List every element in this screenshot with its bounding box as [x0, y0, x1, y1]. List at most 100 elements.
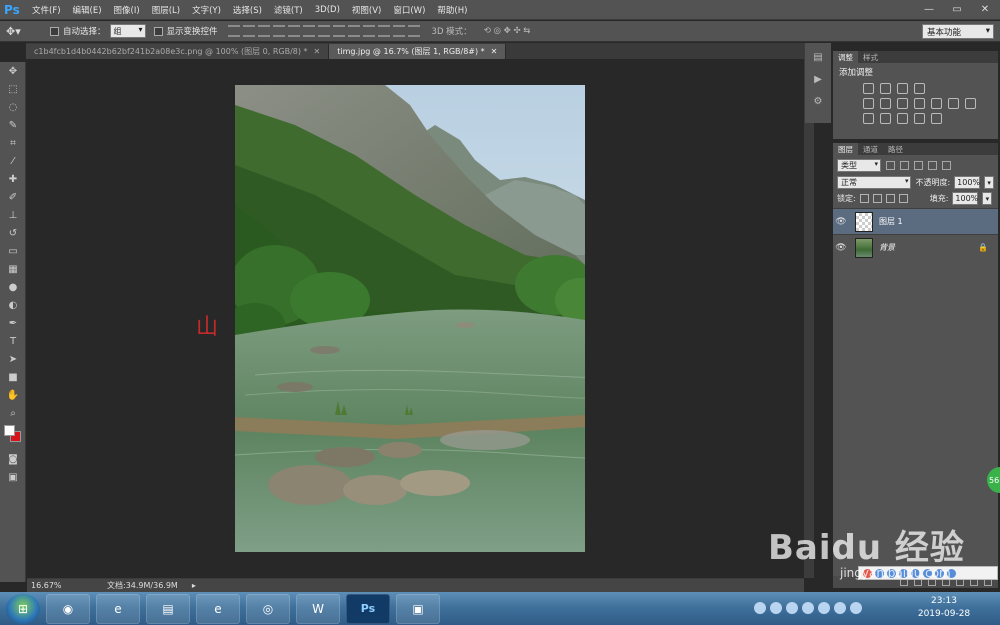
filter-shape-icon[interactable]: [928, 161, 937, 170]
ime-emoji-icon[interactable]: [899, 568, 908, 578]
invert-icon[interactable]: [863, 113, 874, 124]
ime-mode-icon[interactable]: [875, 568, 884, 578]
align-right-icon[interactable]: [302, 25, 315, 37]
curves-icon[interactable]: [897, 83, 908, 94]
channel-mixer-icon[interactable]: [948, 98, 959, 109]
selective-color-icon[interactable]: [931, 113, 942, 124]
distribute-bottom-icon[interactable]: [347, 25, 360, 37]
distribute-vcenter-icon[interactable]: [332, 25, 345, 37]
canvas-text-layer[interactable]: 山: [196, 309, 218, 341]
status-menu-arrow-icon[interactable]: ▸: [192, 581, 196, 590]
taskbar-wechat-icon[interactable]: ◎: [246, 593, 290, 624]
tab-adjustments[interactable]: 调整: [833, 51, 858, 63]
eyedropper-tool-icon[interactable]: ⁄: [0, 152, 26, 170]
black-white-icon[interactable]: [914, 98, 925, 109]
menu-edit[interactable]: 编辑(E): [67, 4, 108, 16]
type-tool-icon[interactable]: T: [0, 332, 26, 350]
brush-tool-icon[interactable]: ✐: [0, 188, 26, 206]
align-vcenter-icon[interactable]: [242, 25, 255, 37]
visibility-eye-icon[interactable]: 👁: [833, 217, 849, 227]
menu-view[interactable]: 视图(V): [346, 4, 387, 16]
lock-all-icon[interactable]: [898, 194, 908, 203]
taskbar-360-icon[interactable]: ◉: [46, 593, 90, 624]
canvas-area[interactable]: 山: [27, 59, 804, 578]
ime-tools-icon[interactable]: [947, 568, 956, 578]
taskbar-photo-viewer-icon[interactable]: ▣: [396, 593, 440, 624]
ime-keyboard-icon[interactable]: [923, 568, 932, 578]
tab-channels[interactable]: 通道: [858, 143, 883, 155]
menu-help[interactable]: 帮助(H): [431, 4, 473, 16]
tray-360-icon[interactable]: [786, 602, 798, 614]
menu-file[interactable]: 文件(F): [26, 4, 67, 16]
menu-window[interactable]: 窗口(W): [387, 4, 431, 16]
menu-type[interactable]: 文字(Y): [186, 4, 227, 16]
brightness-icon[interactable]: [863, 83, 874, 94]
document-image[interactable]: [235, 85, 585, 552]
color-lookup-icon[interactable]: [965, 98, 976, 109]
color-balance-icon[interactable]: [897, 98, 908, 109]
align-left-icon[interactable]: [272, 25, 285, 37]
shape-tool-icon[interactable]: ■: [0, 368, 26, 386]
menu-filter[interactable]: 滤镜(T): [268, 4, 309, 16]
posterize-icon[interactable]: [880, 113, 891, 124]
taskbar-360browser-icon[interactable]: e: [196, 593, 240, 624]
taskbar-clock[interactable]: 23:13 2019-09-28: [904, 595, 984, 621]
hue-saturation-icon[interactable]: [880, 98, 891, 109]
threshold-icon[interactable]: [897, 113, 908, 124]
fill-dropdown-icon[interactable]: ▾: [982, 192, 993, 205]
ime-voice-icon[interactable]: [911, 568, 920, 578]
filter-type-icon[interactable]: [914, 161, 923, 170]
fill-field[interactable]: 100%: [952, 192, 979, 205]
filter-pixel-icon[interactable]: [886, 161, 895, 170]
quick-select-tool-icon[interactable]: ✎: [0, 116, 26, 134]
menu-3d[interactable]: 3D(D): [309, 5, 346, 15]
blur-tool-icon[interactable]: ●: [0, 278, 26, 296]
document-info[interactable]: 文档:34.9M/36.9M: [107, 580, 178, 591]
opacity-field[interactable]: 100%: [954, 176, 981, 189]
path-select-tool-icon[interactable]: ➤: [0, 350, 26, 368]
distribute-top-icon[interactable]: [317, 25, 330, 37]
foreground-color-swatch[interactable]: [4, 425, 15, 436]
distribute-right-icon[interactable]: [392, 25, 405, 37]
show-transform-checkbox[interactable]: [153, 26, 163, 36]
lock-transparent-icon[interactable]: [859, 194, 869, 203]
tray-wechat-icon[interactable]: [770, 602, 782, 614]
align-hcenter-icon[interactable]: [287, 25, 300, 37]
dodge-tool-icon[interactable]: ◐: [0, 296, 26, 314]
taskbar-ie-icon[interactable]: e: [96, 593, 140, 624]
hand-tool-icon[interactable]: ✋: [0, 386, 26, 404]
taskbar-word-icon[interactable]: W: [296, 593, 340, 624]
vertical-scrollbar[interactable]: [804, 43, 814, 578]
gradient-map-icon[interactable]: [914, 113, 925, 124]
eraser-tool-icon[interactable]: ▭: [0, 242, 26, 260]
minimize-button[interactable]: —: [916, 1, 942, 17]
history-brush-tool-icon[interactable]: ↺: [0, 224, 26, 242]
workspace-dropdown[interactable]: 基本功能: [922, 24, 994, 39]
menu-select[interactable]: 选择(S): [227, 4, 268, 16]
tab-layers[interactable]: 图层: [833, 143, 858, 155]
screen-mode-icon[interactable]: ▣: [0, 468, 26, 486]
auto-align-icon[interactable]: [407, 25, 420, 37]
distribute-hcenter-icon[interactable]: [377, 25, 390, 37]
zoom-tool-icon[interactable]: ⌕: [0, 404, 26, 422]
lock-position-icon[interactable]: [885, 194, 895, 203]
close-button[interactable]: ✕: [972, 1, 998, 17]
layer-name[interactable]: 背景: [879, 242, 895, 253]
taskbar-photoshop-icon[interactable]: Ps: [346, 593, 390, 624]
maximize-button[interactable]: ▭: [944, 1, 970, 17]
tab-document-1[interactable]: c1b4fcb1d4b0442b62bf241b2a08e3c.png @ 10…: [26, 44, 330, 59]
layer-name[interactable]: 图层 1: [879, 216, 903, 227]
layer-row[interactable]: 👁 图层 1: [833, 208, 998, 234]
lasso-tool-icon[interactable]: ◌: [0, 98, 26, 116]
auto-select-checkbox[interactable]: [50, 26, 59, 36]
auto-select-dropdown[interactable]: 组: [109, 24, 146, 38]
pen-tool-icon[interactable]: ✒: [0, 314, 26, 332]
3d-mode-icons[interactable]: ⟲ ◎ ✥ ✣ ⇆: [484, 26, 531, 36]
move-tool-icon[interactable]: ✥: [0, 62, 26, 80]
filter-smart-object-icon[interactable]: [942, 161, 951, 170]
marquee-tool-icon[interactable]: ⬚: [0, 80, 26, 98]
tab-document-2[interactable]: timg.jpg @ 16.7% (图层 1, RGB/8#) * ✕: [329, 44, 507, 59]
photo-filter-icon[interactable]: [931, 98, 942, 109]
taskbar-explorer-icon[interactable]: ▤: [146, 593, 190, 624]
lock-image-icon[interactable]: [872, 194, 882, 203]
